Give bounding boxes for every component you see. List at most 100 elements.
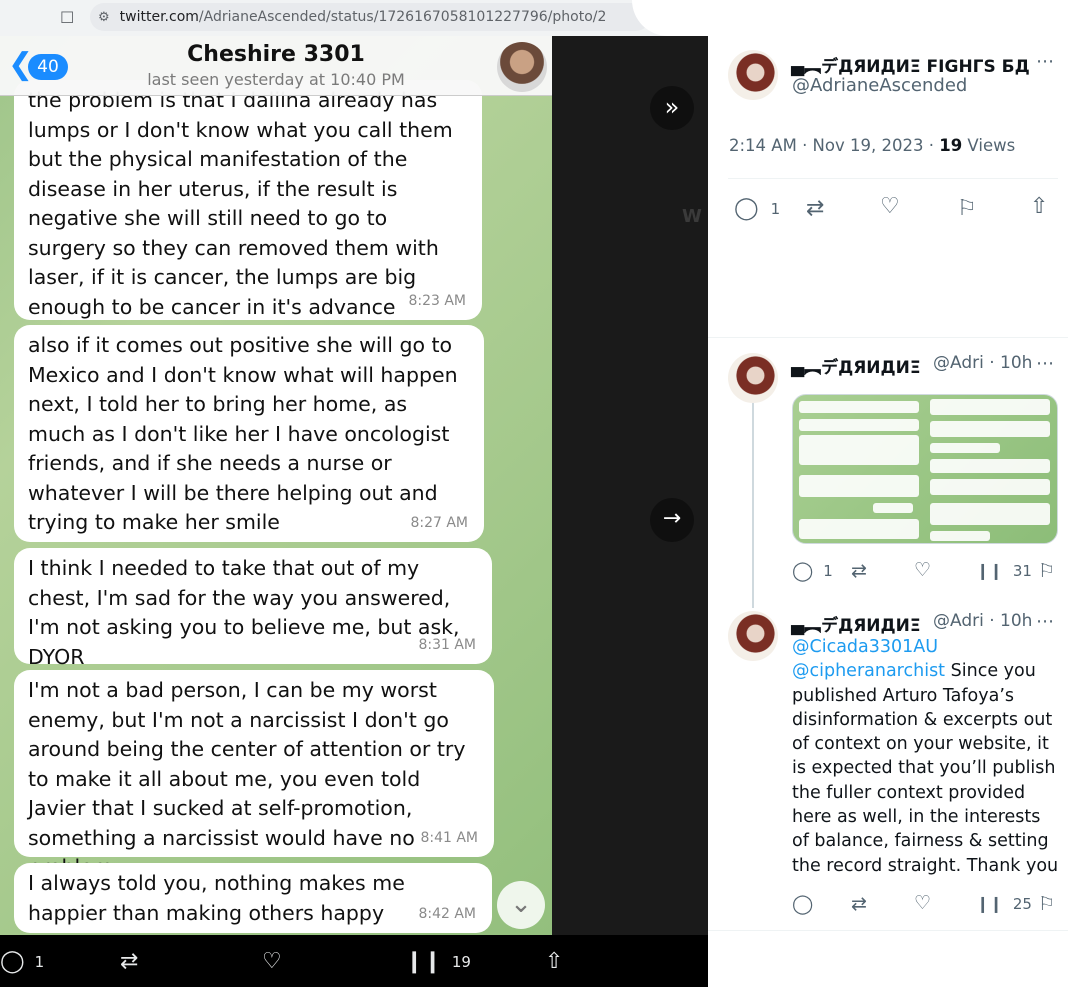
mini-bubble [930,421,1050,437]
chat-message: the problem is that I dalilna already ha… [14,80,482,348]
retweet-icon: ⇄ [851,560,867,582]
url-host: twitter.com [119,9,199,25]
reply-body: Since you published Arturo Tafoya’s disi… [792,661,1059,876]
message-time: 8:42 AM [418,905,476,922]
right-top-strip [708,0,1068,36]
reply2-reply-button[interactable]: ◯ [792,893,813,915]
message-text: I always told you, nothing makes me happ… [28,871,405,925]
tweet-time[interactable]: 2:14 AM · Nov 19, 2023 · [729,136,939,155]
reply1-bookmark-button[interactable]: ⚐ [1038,560,1055,582]
views-icon: ❙❙ [976,561,1003,580]
retweet-icon: ⇄ [851,893,867,915]
reply-icon: ◯ [792,560,814,582]
tweet-image[interactable] [792,394,1058,544]
more-options-icon[interactable]: ⋯ [1036,51,1055,72]
heart-icon: ♡ [262,949,282,974]
views-icon: ❙❙ [976,894,1003,913]
chat-last-seen: last seen yesterday at 10:40 PM [147,70,405,89]
mini-bubble [930,443,1000,453]
mention-link[interactable]: @Cicada3301AU [792,635,1062,659]
reply2-views-count: 25 [1012,894,1032,913]
reply1-reply-count: 1 [823,562,833,580]
author-handle[interactable]: @AdrianeAscended [792,75,967,96]
bookmark-icon: ⚐ [1038,893,1056,915]
mini-bubble [930,399,1050,415]
main-bookmark-button[interactable]: ⚐ [957,196,977,221]
bookmark-icon: ⚐ [957,196,977,221]
reply1-views[interactable]: ❙❙ 31 [976,561,1032,580]
chat-message: I think I needed to take that out of my … [14,548,492,669]
photo-action-bar: ◯ 1 ⇄ ♡ ❙❙ 19 ⇧ [0,935,708,987]
site-settings-icon[interactable]: ⚙ [98,10,110,25]
reply2-retweet-button[interactable]: ⇄ [851,893,867,915]
photo-reply-count: 1 [34,952,45,971]
photo-views[interactable]: ❙❙ 19 [405,949,471,974]
reply-icon: ◯ [0,949,25,974]
reply2-bookmark-button[interactable]: ⚐ [1038,893,1055,915]
screen: ☐ ⚙ twitter.com/AdrianeAscended/status/1… [0,0,1068,987]
next-photo-arrow-icon[interactable]: → [650,498,694,542]
browser-address-bar: ☐ ⚙ twitter.com/AdrianeAscended/status/1… [0,0,708,36]
reply-icon: ◯ [792,893,814,915]
divider [728,178,1058,179]
mini-bubble [930,503,1050,525]
message-time: 8:31 AM [418,636,476,653]
photo-views-count: 19 [451,952,471,971]
reply-handle-time[interactable]: @Adri · 10h [933,353,1032,373]
divider [708,337,1068,338]
mini-bubble [930,479,1050,495]
heart-icon: ♡ [880,194,900,219]
message-time: 8:23 AM [408,292,466,309]
expand-sidebar-icon[interactable]: » [650,86,694,130]
chat-message: I'm not a bad person, I can be my worst … [14,670,494,879]
main-retweet-button[interactable]: ⇄ [806,196,824,221]
image-left-panel [793,395,926,543]
url-field[interactable]: ⚙ twitter.com/AdrianeAscended/status/172… [90,3,650,31]
chat-screenshot: the problem is that I dalilna already ha… [0,36,552,935]
mention-link[interactable]: @cipheranarchist [792,661,945,681]
heart-icon: ♡ [914,559,932,581]
tweet-views-label: Views [962,136,1016,155]
mini-bubble [799,419,919,431]
main-like-button[interactable]: ♡ [880,194,900,219]
reply-icon: ◯ [734,196,759,221]
reply1-retweet-button[interactable]: ⇄ [851,560,867,582]
divider [708,930,1068,931]
chat-message: also if it comes out positive she will g… [14,325,484,542]
more-options-icon[interactable]: ⋯ [1036,611,1055,632]
main-reply-button[interactable]: ◯ 1 [734,196,780,221]
background-page-dimmed: W [552,36,708,935]
reply-handle-time[interactable]: @Adri · 10h [933,611,1032,631]
retweet-icon: ⇄ [806,196,825,221]
photo-share-button[interactable]: ⇧ [545,949,573,974]
reply2-views[interactable]: ❙❙ 25 [976,894,1032,913]
share-icon: ⇧ [545,949,564,974]
message-text: the problem is that I dalilna already ha… [28,88,453,348]
reply-display-name[interactable]: ▄︻デДЯИДИΞ [791,353,921,378]
image-right-panel [926,395,1057,543]
photo-retweet-button[interactable]: ⇄ [120,949,148,974]
mini-bubble [930,459,1050,473]
photo-reply-button[interactable]: ◯ 1 [0,949,44,974]
reply-avatar[interactable] [728,611,778,661]
main-share-button[interactable]: ⇧ [1030,194,1048,219]
message-text: I think I needed to take that out of my … [28,556,460,669]
reply2-like-button[interactable]: ♡ [914,892,931,914]
main-reply-count: 1 [770,199,781,218]
photo-like-button[interactable]: ♡ [262,949,292,974]
author-display-name[interactable]: ▄︻デДЯИДИΞ FIGHΓS БД [791,52,1030,77]
scroll-down-icon[interactable]: ⌄ [497,881,545,929]
more-options-icon[interactable]: ⋯ [1036,353,1055,374]
bookmark-page-icon[interactable]: ☐ [60,8,80,28]
photo-viewer: W the problem is that I dalilna already … [0,36,708,935]
reply-display-name[interactable]: ▄︻デДЯИДИΞ [791,611,921,636]
bookmark-icon: ⚐ [1038,560,1056,582]
reply1-reply-button[interactable]: ◯ 1 [792,560,833,582]
tweet-views-num: 19 [939,136,963,155]
dimmed-text: W [682,206,702,227]
author-avatar[interactable] [728,50,778,100]
reply-avatar[interactable] [728,353,778,403]
mini-bubble [799,519,919,539]
tweet-timestamp: 2:14 AM · Nov 19, 2023 · 19 Views [729,136,1015,155]
reply1-like-button[interactable]: ♡ [914,559,931,581]
